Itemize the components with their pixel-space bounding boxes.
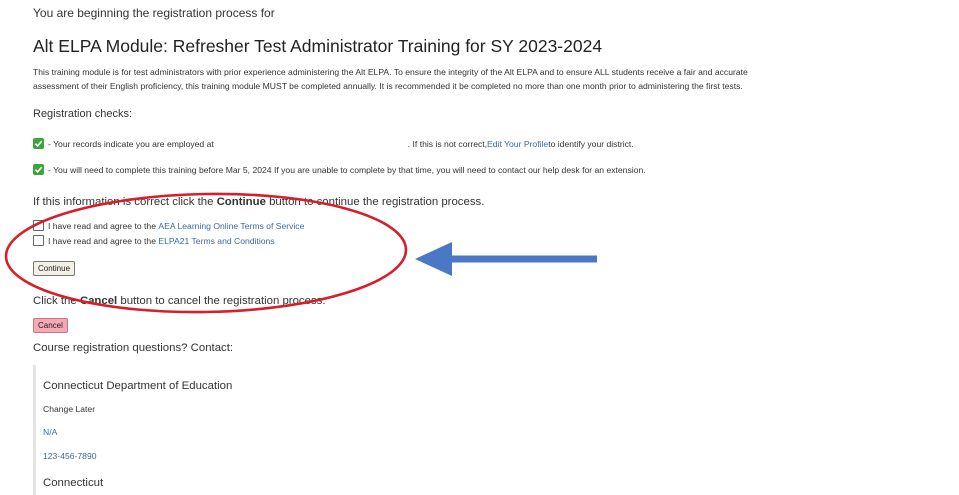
course-description: This training module is for test adminis… bbox=[33, 65, 748, 93]
contact-email-link[interactable]: N/A bbox=[43, 427, 57, 437]
check-icon bbox=[33, 138, 44, 149]
contact-block-border bbox=[33, 365, 36, 495]
agreement-text: I have read and agree to the bbox=[48, 235, 156, 246]
cancel-instruction-after: button to cancel the registration proces… bbox=[117, 295, 326, 307]
terms-of-service-agreement[interactable]: I have read and agree to the AEA Learnin… bbox=[33, 220, 304, 231]
description-line-1: This training module is for test adminis… bbox=[33, 67, 748, 77]
terms-of-service-link[interactable]: AEA Learning Online Terms of Service bbox=[158, 221, 304, 231]
check-icon bbox=[33, 164, 44, 175]
contact-organization: Connecticut Department of Education bbox=[43, 380, 233, 392]
registration-checks-heading: Registration checks: bbox=[33, 108, 133, 120]
employment-check: - Your records indicate you are employed… bbox=[33, 138, 634, 149]
description-line-2: assessment of their English proficiency,… bbox=[33, 81, 743, 91]
elpa21-terms-agreement[interactable]: I have read and agree to the ELPA21 Term… bbox=[33, 235, 275, 246]
elpa21-terms-checkbox[interactable] bbox=[33, 235, 44, 246]
continue-instruction-bold: Continue bbox=[216, 196, 266, 208]
continue-button[interactable]: Continue bbox=[33, 261, 76, 276]
continue-instruction-before: If this information is correct click the bbox=[33, 196, 217, 208]
contact-name: Change Later bbox=[43, 404, 96, 414]
employment-suffix: to identify your district. bbox=[548, 138, 634, 149]
terms-of-service-checkbox[interactable] bbox=[33, 220, 44, 231]
annotation-arrow-head bbox=[415, 242, 452, 276]
agreement-text: I have read and agree to the bbox=[48, 220, 156, 231]
deadline-text: - You will need to complete this trainin… bbox=[48, 164, 646, 175]
cancel-instruction: Click the Cancel button to cancel the re… bbox=[33, 295, 326, 307]
cancel-button[interactable]: Cancel bbox=[33, 318, 68, 333]
registration-intro: You are beginning the registration proce… bbox=[33, 6, 275, 20]
continue-instruction: If this information is correct click the… bbox=[33, 196, 484, 208]
contact-phone-link[interactable]: 123-456-7890 bbox=[43, 451, 97, 461]
cancel-instruction-bold: Cancel bbox=[79, 295, 118, 307]
page-title: Alt ELPA Module: Refresher Test Administ… bbox=[33, 36, 603, 56]
contact-heading: Course registration questions? Contact: bbox=[33, 342, 234, 354]
continue-instruction-after: button to continue the registration proc… bbox=[265, 196, 485, 208]
edit-profile-link[interactable]: Edit Your Profile bbox=[487, 139, 548, 149]
employment-middle: . If this is not correct, bbox=[407, 138, 488, 149]
deadline-check: - You will need to complete this trainin… bbox=[33, 164, 646, 175]
contact-state: Connecticut bbox=[43, 477, 104, 489]
elpa21-terms-link[interactable]: ELPA21 Terms and Conditions bbox=[158, 236, 274, 246]
cancel-instruction-before: Click the bbox=[33, 295, 80, 307]
employment-text: - Your records indicate you are employed… bbox=[48, 138, 214, 149]
